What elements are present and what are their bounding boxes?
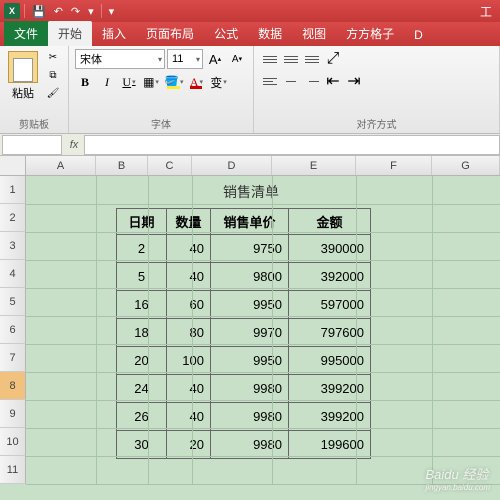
select-all-corner[interactable] <box>0 156 26 175</box>
grow-font-button[interactable]: A▴ <box>205 49 225 69</box>
tab-d[interactable]: D <box>404 24 433 46</box>
phonetic-button[interactable]: 变 <box>208 72 228 92</box>
tab-layout[interactable]: 页面布局 <box>136 21 204 46</box>
copy-button[interactable]: ⧉ <box>44 67 62 83</box>
italic-button[interactable]: I <box>97 72 117 92</box>
group-font: 宋体 11 A▴ A▾ B I U ▦ 🪣 A 变 字体 <box>69 46 254 133</box>
increase-indent-button[interactable]: ⇥ <box>344 71 364 91</box>
underline-button[interactable]: U <box>119 72 139 92</box>
row-header-11[interactable]: 11 <box>0 456 26 484</box>
title-bar: X 💾 ↶ ↷ ▾ ▾ 工 <box>0 0 500 22</box>
row-headers: 1234567891011 <box>0 176 26 484</box>
border-button[interactable]: ▦ <box>141 72 161 92</box>
align-bottom-button[interactable] <box>302 49 322 69</box>
table-row: 30209980199600 <box>117 431 371 459</box>
data-table: 日期数量销售单价金额 24097503900005409800392000166… <box>116 208 371 459</box>
name-box[interactable] <box>2 135 62 155</box>
group-label-align: 对齐方式 <box>260 114 493 131</box>
row-header-10[interactable]: 10 <box>0 428 26 456</box>
table-header: 销售单价 <box>211 209 289 235</box>
orientation-button[interactable]: ⤢ <box>323 49 343 69</box>
row-header-4[interactable]: 4 <box>0 260 26 288</box>
col-header-F[interactable]: F <box>356 156 432 175</box>
col-header-C[interactable]: C <box>148 156 192 175</box>
paste-icon <box>8 51 38 83</box>
tab-file[interactable]: 文件 <box>4 21 48 46</box>
table-row: 24409980399200 <box>117 375 371 403</box>
table-row: 16609950597000 <box>117 291 371 319</box>
row-header-9[interactable]: 9 <box>0 400 26 428</box>
row-header-3[interactable]: 3 <box>0 232 26 260</box>
fx-icon[interactable]: fx <box>64 139 84 151</box>
row-header-1[interactable]: 1 <box>0 176 26 204</box>
decrease-indent-button[interactable]: ⇤ <box>323 71 343 91</box>
row-header-8[interactable]: 8 <box>0 372 26 400</box>
font-size-combo[interactable]: 11 <box>167 49 203 69</box>
align-left-button[interactable] <box>260 71 280 91</box>
format-painter-button[interactable]: 🖌 <box>44 85 62 101</box>
paste-button[interactable]: 粘贴 <box>6 49 40 103</box>
tab-view[interactable]: 视图 <box>292 21 336 46</box>
excel-icon: X <box>4 3 20 19</box>
table-header: 日期 <box>117 209 167 235</box>
align-middle-button[interactable] <box>281 49 301 69</box>
ribbon: 粘贴 ✂ ⧉ 🖌 剪贴板 宋体 11 A▴ A▾ B I U ▦ 🪣 <box>0 46 500 134</box>
paste-label: 粘贴 <box>12 85 34 101</box>
tab-home[interactable]: 开始 <box>48 21 92 46</box>
table-header: 数量 <box>167 209 211 235</box>
save-button[interactable]: 💾 <box>29 5 49 18</box>
col-header-E[interactable]: E <box>272 156 356 175</box>
watermark: Baidu 经验 jingyan.baidu.com <box>426 464 490 492</box>
font-name-combo[interactable]: 宋体 <box>75 49 165 69</box>
col-header-A[interactable]: A <box>26 156 96 175</box>
table-row: 26409980399200 <box>117 403 371 431</box>
align-top-button[interactable] <box>260 49 280 69</box>
bold-button[interactable]: B <box>75 72 95 92</box>
table-row: 18809970797600 <box>117 319 371 347</box>
group-align: ⤢ ⇤ ⇥ 对齐方式 <box>254 46 500 133</box>
col-header-B[interactable]: B <box>96 156 148 175</box>
column-headers: ABCDEFG <box>0 156 500 176</box>
qat-custom[interactable]: ▾ <box>106 5 118 18</box>
redo-button[interactable]: ↷ <box>68 5 83 18</box>
tab-data[interactable]: 数据 <box>248 21 292 46</box>
row-header-5[interactable]: 5 <box>0 288 26 316</box>
group-label-font: 字体 <box>75 114 247 131</box>
undo-button[interactable]: ↶ <box>51 5 66 18</box>
row-header-2[interactable]: 2 <box>0 204 26 232</box>
font-color-button[interactable]: A <box>186 72 206 92</box>
col-header-D[interactable]: D <box>192 156 272 175</box>
align-center-button[interactable] <box>281 71 301 91</box>
window-title: 工 <box>480 3 496 20</box>
fill-color-button[interactable]: 🪣 <box>163 72 184 92</box>
formula-input[interactable] <box>84 135 500 155</box>
col-header-G[interactable]: G <box>432 156 500 175</box>
qat-more[interactable]: ▾ <box>85 5 97 18</box>
formula-bar: fx <box>0 134 500 156</box>
align-right-button[interactable] <box>302 71 322 91</box>
group-clipboard: 粘贴 ✂ ⧉ 🖌 剪贴板 <box>0 46 69 133</box>
tab-grid[interactable]: 方方格子 <box>336 21 404 46</box>
table-row: 5409800392000 <box>117 263 371 291</box>
cut-button[interactable]: ✂ <box>44 49 62 65</box>
table-row: 2409750390000 <box>117 235 371 263</box>
table-header: 金额 <box>289 209 371 235</box>
ribbon-tabs: 文件 开始 插入 页面布局 公式 数据 视图 方方格子 D <box>0 22 500 46</box>
tab-formula[interactable]: 公式 <box>204 21 248 46</box>
row-header-7[interactable]: 7 <box>0 344 26 372</box>
group-label-clipboard: 剪贴板 <box>6 114 62 131</box>
worksheet[interactable]: ABCDEFG 1234567891011 销售清单 日期数量销售单价金额 24… <box>0 156 500 500</box>
shrink-font-button[interactable]: A▾ <box>227 49 247 69</box>
cells-area[interactable]: 销售清单 日期数量销售单价金额 240975039000054098003920… <box>26 176 500 484</box>
row-header-6[interactable]: 6 <box>0 316 26 344</box>
table-title: 销售清单 <box>116 182 386 202</box>
table-row: 201009950995000 <box>117 347 371 375</box>
tab-insert[interactable]: 插入 <box>92 21 136 46</box>
